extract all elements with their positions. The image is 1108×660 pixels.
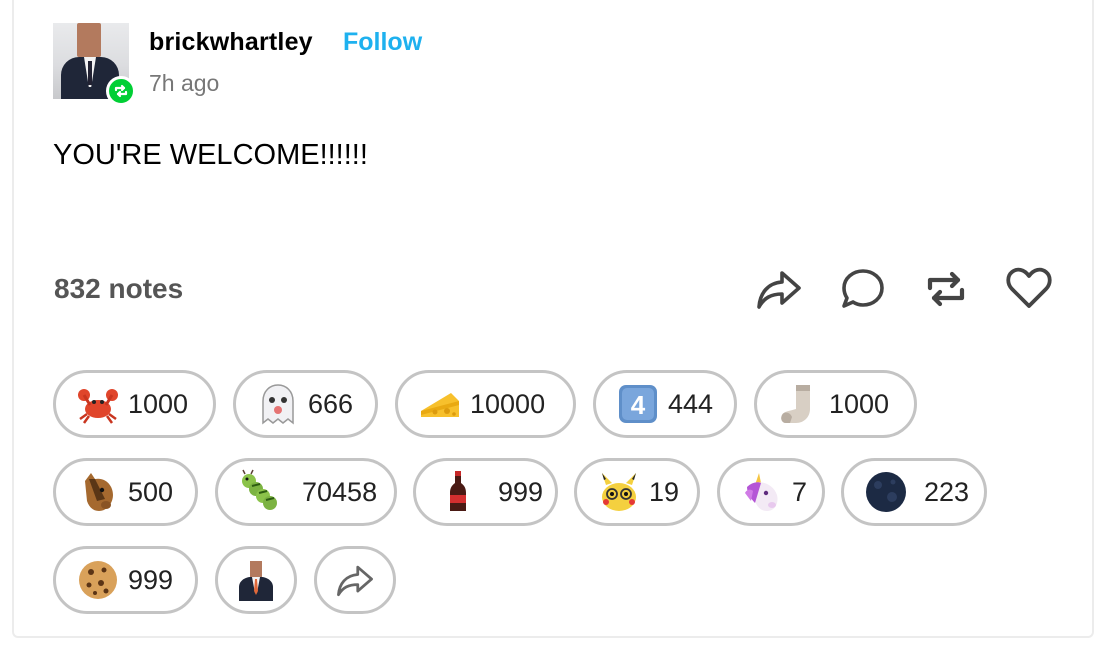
reaction-count: 999 — [128, 564, 174, 595]
post-body-text: YOU'RE WELCOME!!!!!! — [53, 139, 368, 171]
reaction-pill-sock[interactable]: 1000 — [754, 370, 917, 438]
reaction-pill-cookie[interactable]: 999 — [53, 546, 198, 614]
reaction-pill-unicorn[interactable]: 7 — [717, 458, 825, 526]
username[interactable]: brickwhartley — [149, 28, 313, 57]
reaction-count: 1000 — [829, 388, 890, 419]
notes-count[interactable]: 832 notes — [54, 273, 183, 305]
reaction-pill-keycap-4[interactable]: 4 444 — [593, 370, 737, 438]
reply-icon — [842, 269, 884, 308]
like-icon — [1006, 267, 1052, 308]
post-timestamp[interactable]: 7h ago — [149, 70, 219, 97]
keycap-label: 4 — [631, 390, 646, 420]
cheese-icon — [416, 380, 464, 428]
reaction-count: 19 — [649, 476, 680, 507]
reaction-pill-horse[interactable]: 500 — [53, 458, 198, 526]
businessman-sticker-icon — [232, 556, 280, 604]
avatar-face — [77, 23, 101, 57]
reaction-count: 999 — [498, 476, 544, 507]
cookie-icon — [74, 556, 122, 604]
share-icon — [757, 271, 801, 309]
pikachu-icon — [595, 468, 643, 516]
share-icon — [331, 556, 379, 604]
reaction-share-button[interactable] — [314, 546, 396, 614]
avatar-tie — [88, 61, 92, 85]
reaction-pill-soda-bottle[interactable]: 999 — [413, 458, 558, 526]
reaction-pill-cheese[interactable]: 10000 — [395, 370, 576, 438]
reaction-count: 70458 — [302, 476, 378, 507]
caterpillar-icon — [236, 468, 284, 516]
keycap-4-icon: 4 — [614, 380, 662, 428]
follow-button[interactable]: Follow — [343, 28, 422, 57]
reply-button[interactable] — [838, 264, 890, 314]
reaction-pill-ghost[interactable]: 666 — [233, 370, 378, 438]
soda-bottle-icon — [434, 468, 482, 516]
share-button[interactable] — [754, 264, 806, 314]
reaction-pill-pikachu[interactable]: 19 — [574, 458, 700, 526]
reaction-pill-dark-moon[interactable]: 223 — [841, 458, 987, 526]
reaction-pill-crab[interactable]: 1000 — [53, 370, 216, 438]
reaction-count: 444 — [668, 388, 714, 419]
horse-icon — [74, 468, 122, 516]
sock-icon — [775, 380, 823, 428]
reblog-button[interactable] — [921, 264, 973, 314]
unicorn-icon — [738, 468, 786, 516]
reaction-pill-caterpillar[interactable]: 70458 — [215, 458, 397, 526]
crab-icon — [74, 380, 122, 428]
reblog-icon — [927, 271, 965, 307]
reaction-count: 1000 — [128, 388, 189, 419]
reaction-count: 7 — [792, 476, 808, 507]
dark-moon-icon — [862, 468, 910, 516]
reaction-count: 500 — [128, 476, 174, 507]
ghost-icon — [254, 380, 302, 428]
reaction-count: 666 — [308, 388, 354, 419]
reaction-count: 223 — [924, 476, 970, 507]
like-button[interactable] — [1004, 264, 1056, 314]
reblog-badge-icon — [106, 76, 136, 106]
reaction-count: 10000 — [470, 388, 546, 419]
reaction-pill-businessman-sticker[interactable] — [215, 546, 297, 614]
